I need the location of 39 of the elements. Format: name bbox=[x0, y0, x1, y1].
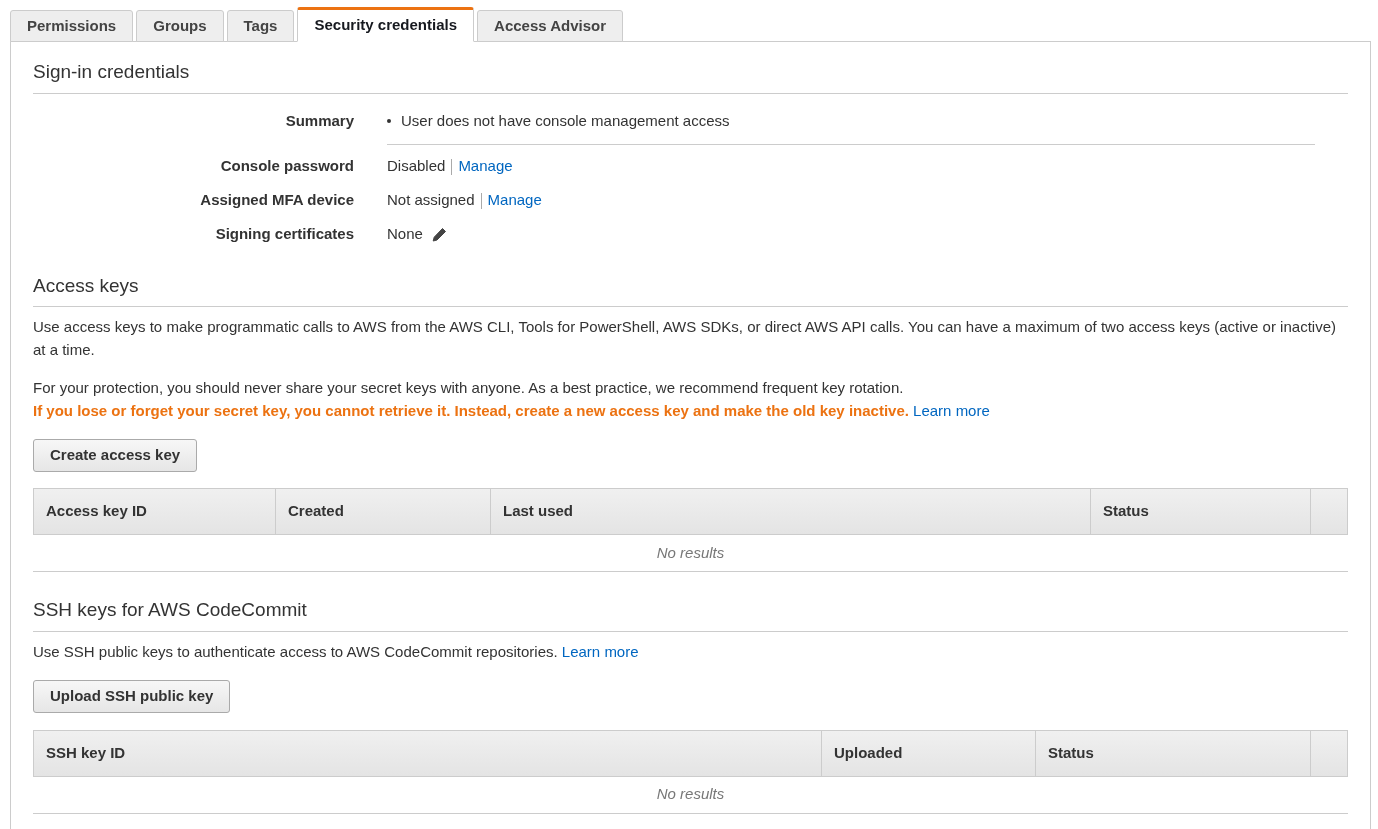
field-label: Summary bbox=[284, 110, 354, 131]
pencil-icon[interactable] bbox=[430, 226, 447, 243]
learn-more-link[interactable]: Learn more bbox=[561, 642, 639, 660]
field-label: Signing certificates bbox=[214, 224, 354, 245]
tab[interactable]: Security credentials bbox=[297, 7, 475, 42]
empty-message: No results bbox=[656, 784, 725, 805]
column-header[interactable]: Created bbox=[276, 489, 491, 534]
empty-message: No results bbox=[656, 542, 725, 563]
description-text: Use access keys to make programmatic calls to AWS from the AWS CLI, Tools for PowerShell, AWS SDKs, or direct AWS API calls. You can have a maximum of two access keys (active or inactive) at a time. bbox=[33, 317, 1337, 360]
section-heading: Access keys bbox=[33, 271, 1348, 307]
field-value: Not assigned bbox=[387, 190, 475, 211]
section-heading: SSH keys for AWS CodeCommit bbox=[33, 596, 1348, 632]
tab[interactable]: Tags bbox=[226, 10, 295, 42]
warning-text: If you lose or forget your secret key, you cannot retrieve it. Instead, create a new access key and make the old key inactive. bbox=[33, 402, 909, 419]
tab[interactable]: Permissions bbox=[10, 10, 134, 42]
learn-more-link[interactable]: Learn more bbox=[913, 402, 990, 419]
field-label: Console password bbox=[219, 156, 354, 177]
column-header[interactable]: Status bbox=[1036, 730, 1311, 776]
column-header[interactable]: Last used bbox=[491, 489, 1091, 534]
column-header[interactable]: Uploaded bbox=[822, 730, 1036, 776]
manage-link[interactable]: Manage bbox=[487, 189, 542, 212]
manage-link[interactable]: Manage bbox=[458, 155, 513, 178]
field-label: Assigned MFA device bbox=[199, 190, 354, 211]
field-value: Disabled bbox=[387, 156, 446, 177]
tab[interactable]: Access Advisor bbox=[477, 10, 624, 42]
description-text: For your protection, you should never share your secret keys with anyone. As a best practice, we recommend frequent key rotation. bbox=[33, 378, 905, 398]
column-header[interactable]: SSH key ID bbox=[34, 730, 822, 776]
description-text: Use SSH public keys to authenticate access to AWS CodeCommit repositories. bbox=[33, 642, 558, 660]
action-button[interactable]: Upload SSH public key bbox=[33, 679, 231, 713]
bullet-icon bbox=[387, 118, 391, 123]
action-button[interactable]: Create access key bbox=[33, 439, 198, 472]
column-header[interactable]: Access key ID bbox=[34, 489, 276, 534]
section-heading: Sign-in credentials bbox=[33, 58, 1348, 94]
separator bbox=[451, 158, 453, 175]
column-header[interactable]: Status bbox=[1091, 489, 1311, 534]
separator bbox=[480, 192, 482, 209]
tab[interactable]: Groups bbox=[136, 10, 224, 42]
summary-text: User does not have console management access bbox=[401, 110, 730, 131]
field-value: None bbox=[387, 224, 423, 245]
